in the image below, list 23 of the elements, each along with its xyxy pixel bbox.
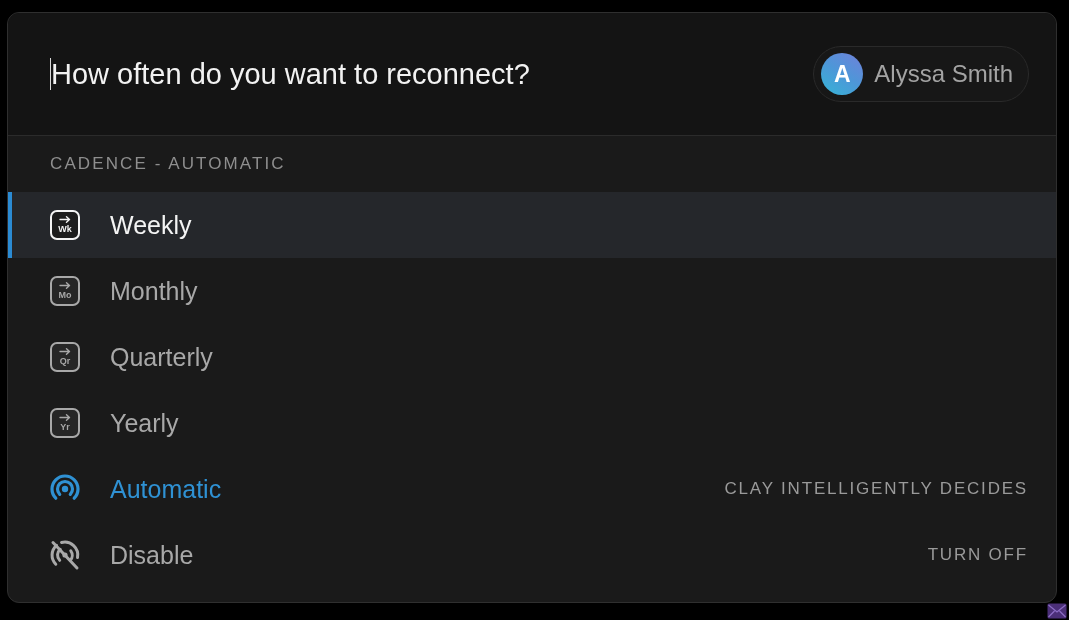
option-hint: TURN OFF [927,545,1028,565]
arrow-icon [59,216,71,223]
cadence-option[interactable]: Wk Weekly [8,192,1056,258]
user-chip[interactable]: A Alyssa Smith [813,46,1029,102]
icon-abbreviation: Mo [58,290,72,300]
cadence-option[interactable]: Qr Quarterly [8,324,1056,390]
envelope-icon[interactable] [1047,603,1067,619]
arrow-icon [59,414,71,421]
icon-abbreviation: Wk [58,224,72,234]
icon-abbreviation: Qr [59,356,71,366]
arrow-icon [59,348,71,355]
search-field[interactable]: How often do you want to reconnect? [51,56,814,92]
user-name: Alyssa Smith [874,60,1013,88]
section-heading: CADENCE - AUTOMATIC [49,153,287,175]
avatar: A [821,53,864,95]
icon-abbreviation: Yr [60,422,70,432]
arrow-icon [59,282,71,289]
cadence-option[interactable]: Mo Monthly [8,258,1056,324]
option-hint: CLAY INTELLIGENTLY DECIDES [724,479,1028,499]
cadence-option[interactable]: Automatic CLAY INTELLIGENTLY DECIDES [8,456,1056,522]
cadence-option[interactable]: Disable TURN OFF [8,522,1056,588]
broadcast-off-icon [48,538,82,572]
cadence-option[interactable]: Yr Yearly [8,390,1056,456]
